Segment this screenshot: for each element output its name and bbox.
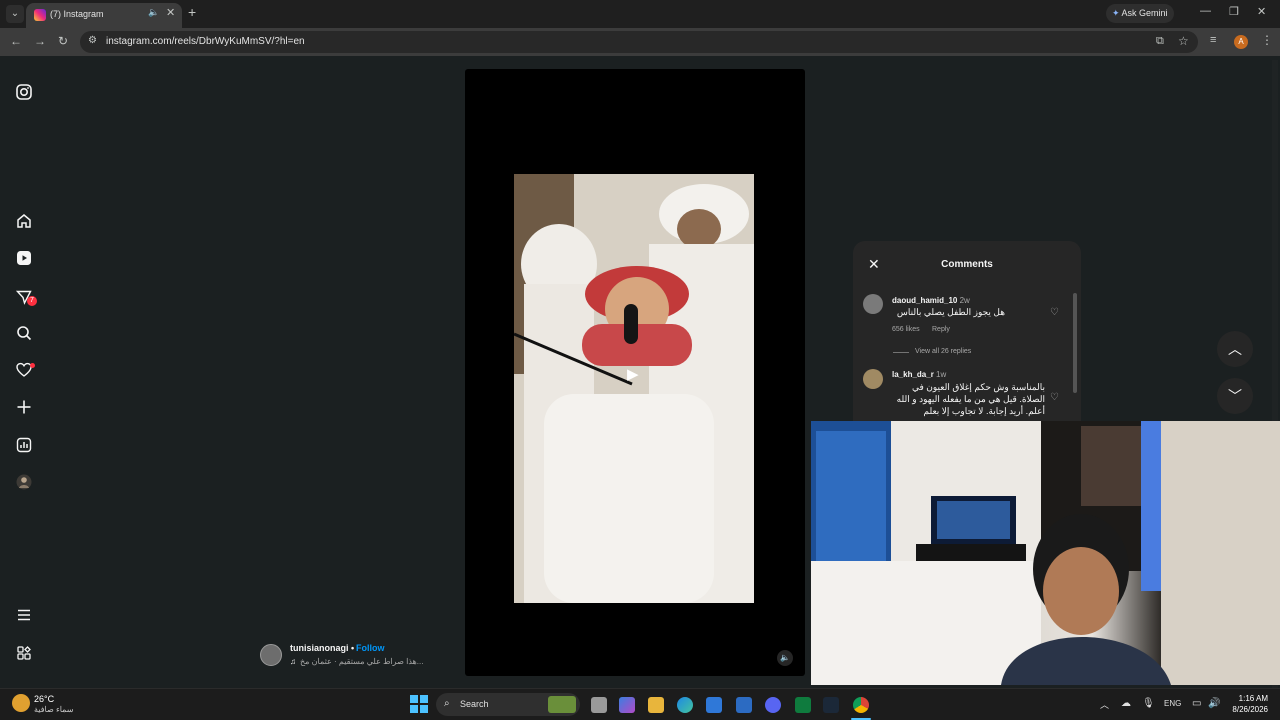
reading-list-icon[interactable]: ≡ — [1210, 34, 1216, 46]
maximize-button[interactable]: ❐ — [1229, 5, 1239, 18]
tab-close-icon[interactable]: ✕ — [166, 6, 175, 19]
previous-reel-button[interactable]: ︿ — [1217, 331, 1253, 367]
comment-like-icon[interactable]: ♡ — [1050, 307, 1059, 318]
view-replies-button[interactable]: View all 26 replies — [915, 348, 971, 355]
clock-time[interactable]: 1:16 AM — [1238, 694, 1268, 703]
steam-icon[interactable] — [823, 697, 839, 713]
microphone-icon[interactable]: 🎙 — [1142, 698, 1155, 709]
comment-time: 1w — [936, 370, 947, 379]
site-info-icon[interactable]: ⚙ — [88, 35, 97, 46]
comment-likes[interactable]: 656 likes — [892, 326, 920, 333]
tray-overflow-icon[interactable]: ︿ — [1100, 698, 1109, 711]
search-icon: ⌕ — [444, 698, 450, 709]
task-view-icon[interactable] — [591, 697, 607, 713]
mute-toggle-icon[interactable]: 🔈 — [777, 650, 793, 666]
comment-text: هل يجوز الطفل يصلي بالناس — [896, 307, 1005, 317]
tab-search-button[interactable]: ⌄ — [6, 5, 24, 23]
forward-icon[interactable]: → — [34, 34, 46, 48]
search-highlight-icon — [548, 696, 576, 713]
instagram-logo-icon[interactable] — [15, 84, 33, 102]
reel-video-frame — [514, 174, 754, 603]
url-text[interactable]: instagram.com/reels/DbrWyKuMmSV/?hl=en — [106, 36, 305, 47]
input-language[interactable]: ENG — [1164, 699, 1181, 708]
comment-avatar[interactable] — [863, 369, 883, 389]
reels-icon[interactable] — [15, 250, 33, 268]
author-username[interactable]: tunisianonagi • — [290, 643, 354, 653]
file-explorer-icon[interactable] — [648, 697, 664, 713]
also-from-meta-icon[interactable] — [15, 645, 33, 663]
comment-author[interactable]: daoud_hamid_10 2w — [892, 296, 970, 305]
messages-badge: 7 — [27, 296, 37, 306]
ask-gemini-button[interactable]: ✦ Ask Gemini — [1106, 4, 1174, 23]
weather-temperature[interactable]: 26°C — [34, 694, 54, 704]
reload-icon[interactable]: ↻ — [58, 34, 68, 48]
author-avatar[interactable] — [260, 644, 282, 666]
search-icon[interactable] — [15, 325, 33, 343]
author-username-text: tunisianonagi — [290, 643, 349, 653]
tab-title: (7) Instagram — [50, 9, 104, 19]
minimize-button[interactable]: — — [1200, 5, 1211, 17]
ask-gemini-label: Ask Gemini — [1121, 8, 1168, 18]
instagram-favicon-icon — [34, 9, 46, 21]
profile-avatar[interactable]: A — [1234, 35, 1248, 49]
webcam-overlay — [811, 421, 1280, 685]
comments-scrollbar[interactable] — [1073, 293, 1077, 393]
follow-button[interactable]: Follow — [356, 643, 385, 653]
comment-reply-button[interactable]: Reply — [932, 326, 950, 333]
back-icon[interactable]: ← — [10, 34, 22, 48]
home-icon[interactable] — [15, 213, 33, 231]
browser-menu-icon[interactable]: ⋮ — [1261, 33, 1273, 47]
new-tab-button[interactable]: + — [188, 4, 196, 20]
comment-like-icon[interactable]: ♡ — [1050, 392, 1059, 403]
comment-username: la_kh_da_r — [892, 370, 934, 379]
tab-strip: ⌄ (7) Instagram 🔈 ✕ + ✦ Ask Gemini — ❐ ✕ — [0, 0, 1280, 28]
tab-audio-icon[interactable]: 🔈 — [148, 7, 159, 18]
reel-video[interactable] — [514, 174, 754, 603]
next-reel-button[interactable]: ﹀ — [1217, 378, 1253, 414]
cloud-icon[interactable]: ☁ — [1121, 698, 1131, 709]
copilot-icon[interactable] — [619, 697, 635, 713]
comment-time: 2w — [959, 296, 970, 305]
comments-panel: ✕ Comments daoud_hamid_10 2w هل يجوز الط… — [853, 241, 1081, 421]
comment-author[interactable]: la_kh_da_r 1w — [892, 370, 946, 379]
search-label: Search — [460, 699, 489, 709]
webcam-frame — [811, 421, 1280, 685]
window-close-button[interactable]: ✕ — [1257, 5, 1266, 18]
taskbar-search[interactable]: ⌕ Search — [436, 693, 580, 716]
create-plus-icon[interactable] — [15, 399, 33, 417]
network-icon[interactable]: ▭ — [1192, 698, 1201, 709]
taskbar: 26°C سماء صافية ⌕ Search ︿ ☁ 🎙 ENG ▭ 🔊 1… — [0, 688, 1280, 720]
install-app-icon[interactable]: ⧉ — [1156, 35, 1164, 48]
comments-title: Comments — [941, 259, 993, 270]
comment-text: بالمناسبة وش حكم إغلاق العيون في الصلاة.… — [896, 382, 1045, 416]
more-menu-icon[interactable] — [15, 607, 33, 625]
browser-toolbar: ← → ↻ ⚙ instagram.com/reels/DbrWyKuMmSV/… — [0, 28, 1280, 56]
profile-picture-avatar[interactable] — [15, 474, 33, 492]
mail-icon[interactable] — [736, 697, 752, 713]
address-bar[interactable]: ⚙ instagram.com/reels/DbrWyKuMmSV/?hl=en… — [80, 31, 1198, 53]
comment-avatar[interactable] — [863, 294, 883, 314]
browser-tab[interactable]: (7) Instagram 🔈 ✕ — [26, 3, 182, 28]
dashboard-icon[interactable] — [15, 437, 33, 455]
comment-username: daoud_hamid_10 — [892, 296, 958, 305]
gemini-sparkle-icon: ✦ — [1112, 8, 1122, 18]
audio-title[interactable]: هذا صراط علي مستقيم · عثمان مخ... — [300, 657, 423, 666]
clock-date[interactable]: 8/26/2026 — [1226, 705, 1268, 714]
windows-start-icon[interactable] — [410, 695, 428, 713]
replies-divider — [893, 352, 909, 353]
discord-icon[interactable] — [765, 697, 781, 713]
play-icon[interactable]: ▶ — [627, 365, 639, 383]
edge-icon[interactable] — [677, 697, 693, 713]
bookmark-star-icon[interactable]: ☆ — [1178, 34, 1189, 48]
notification-dot — [30, 363, 35, 368]
weather-moon-icon[interactable] — [12, 694, 30, 712]
weather-description[interactable]: سماء صافية — [34, 705, 74, 714]
music-note-icon: ♫ — [290, 657, 296, 666]
xbox-icon[interactable] — [795, 697, 811, 713]
volume-icon[interactable]: 🔊 — [1208, 698, 1220, 709]
store-icon[interactable] — [706, 697, 722, 713]
chrome-icon[interactable] — [853, 697, 869, 713]
